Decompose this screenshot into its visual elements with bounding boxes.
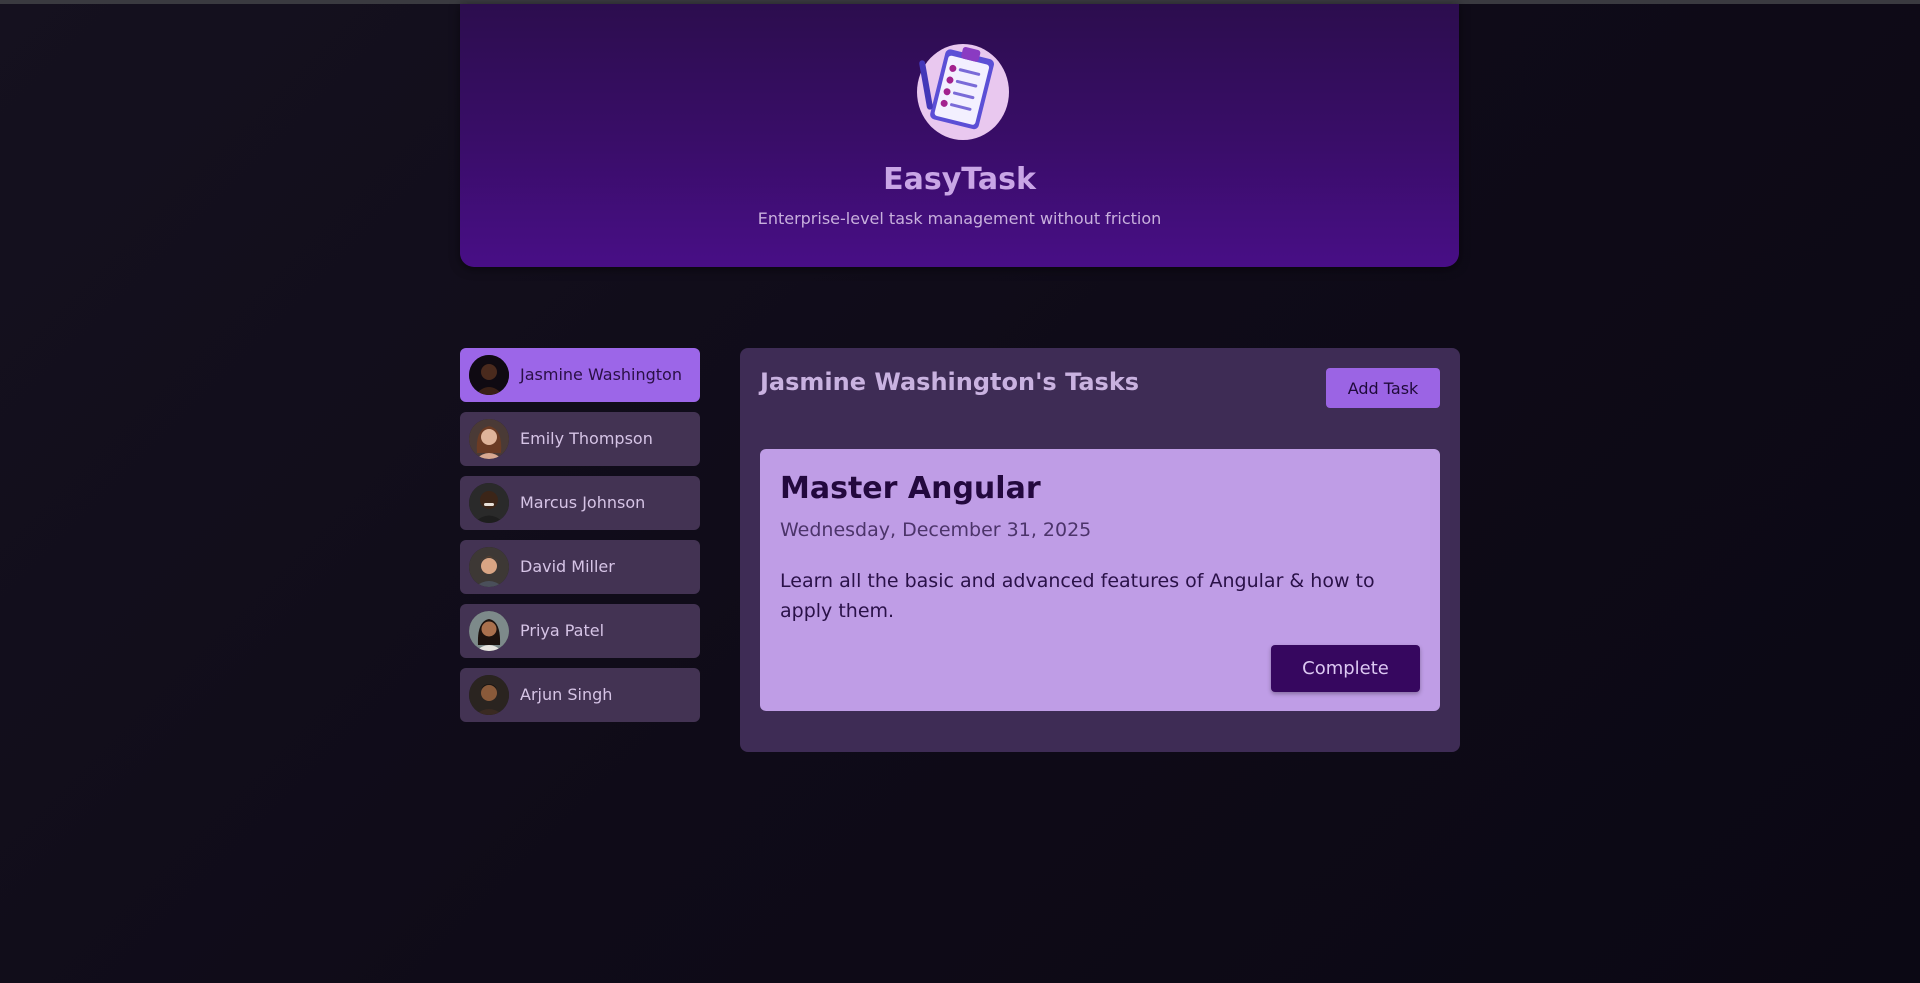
user-name: Arjun Singh bbox=[520, 685, 613, 704]
user-avatar-icon bbox=[469, 675, 509, 715]
tasks-panel: Jasmine Washington's Tasks Add Task Mast… bbox=[740, 348, 1460, 752]
user-avatar-icon bbox=[469, 483, 509, 523]
user-item-arjun-singh[interactable]: Arjun Singh bbox=[460, 668, 700, 722]
complete-button[interactable]: Complete bbox=[1271, 645, 1420, 692]
task-due-date: Wednesday, December 31, 2025 bbox=[780, 519, 1092, 541]
user-list: Jasmine Washington Emily Thompson Marcus… bbox=[460, 348, 700, 732]
tasks-title: Jasmine Washington's Tasks bbox=[760, 368, 1140, 396]
user-item-jasmine-washington[interactable]: Jasmine Washington bbox=[460, 348, 700, 402]
user-name: Marcus Johnson bbox=[520, 493, 646, 512]
app-title: EasyTask bbox=[883, 162, 1036, 197]
task-card: Master Angular Wednesday, December 31, 2… bbox=[760, 449, 1440, 711]
clipboard-checklist-icon bbox=[915, 40, 1011, 142]
user-item-emily-thompson[interactable]: Emily Thompson bbox=[460, 412, 700, 466]
user-avatar-icon bbox=[469, 419, 509, 459]
user-item-david-miller[interactable]: David Miller bbox=[460, 540, 700, 594]
user-name: David Miller bbox=[520, 557, 615, 576]
user-avatar-icon bbox=[469, 611, 509, 651]
user-name: Emily Thompson bbox=[520, 429, 653, 448]
add-task-button[interactable]: Add Task bbox=[1326, 368, 1440, 408]
user-item-marcus-johnson[interactable]: Marcus Johnson bbox=[460, 476, 700, 530]
user-avatar-icon bbox=[469, 547, 509, 587]
user-name: Priya Patel bbox=[520, 621, 605, 640]
user-item-priya-patel[interactable]: Priya Patel bbox=[460, 604, 700, 658]
user-name: Jasmine Washington bbox=[520, 365, 682, 384]
user-avatar-icon bbox=[469, 355, 509, 395]
task-description: Learn all the basic and advanced feature… bbox=[780, 570, 1375, 622]
app-header: EasyTask Enterprise-level task managemen… bbox=[460, 4, 1459, 267]
app-subtitle: Enterprise-level task management without… bbox=[757, 209, 1162, 228]
task-title: Master Angular bbox=[780, 471, 1041, 506]
